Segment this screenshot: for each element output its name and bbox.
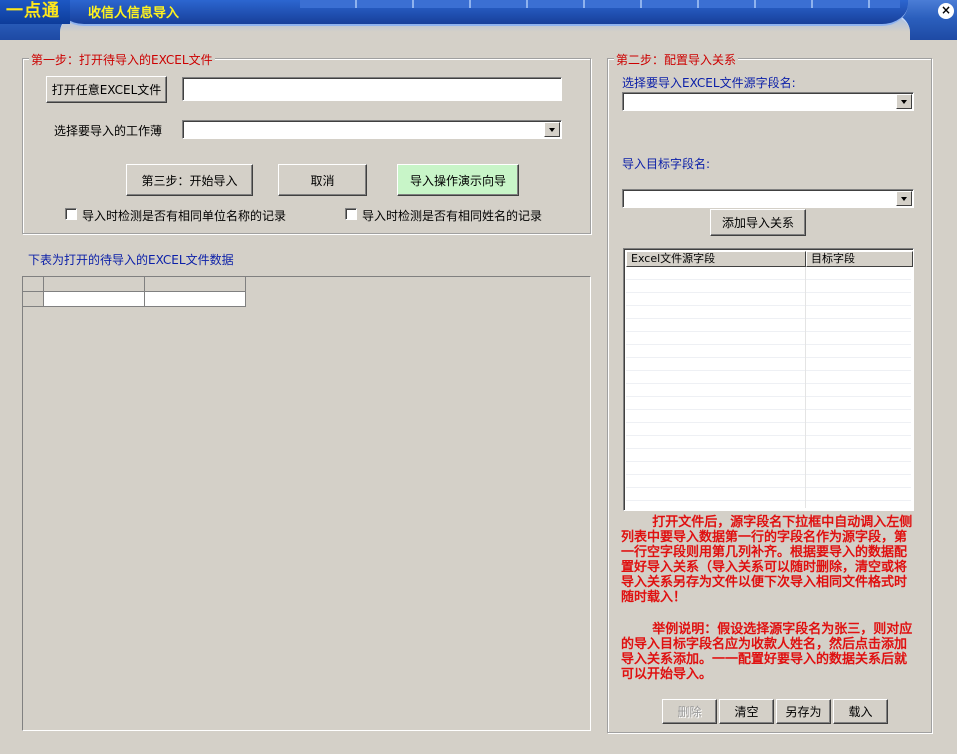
cancel-button[interactable]: 取消 xyxy=(278,164,367,196)
grid-cell[interactable] xyxy=(44,292,145,307)
chevron-down-icon[interactable] xyxy=(544,122,560,137)
source-field-select[interactable] xyxy=(622,92,914,111)
check-company-checkbox[interactable] xyxy=(65,208,77,220)
check-name-checkbox[interactable] xyxy=(345,208,357,220)
grid-cell[interactable] xyxy=(145,292,246,307)
grid-header-cell xyxy=(44,277,145,292)
target-field-label: 导入目标字段名: xyxy=(622,157,711,171)
guide-button[interactable]: 导入操作演示向导 xyxy=(397,164,519,196)
help-note-2: 举例说明：假设选择源字段名为张三，则对应的导入目标字段名应为收款人姓名，然后点击… xyxy=(621,622,913,682)
grid-caption: 下表为打开的待导入的EXCEL文件数据 xyxy=(28,253,234,267)
load-button[interactable]: 载入 xyxy=(833,699,888,724)
grid-header-cell xyxy=(145,277,246,292)
help-notes: 打开文件后，源字段名下拉框中自动调入左侧列表中要导入数据第一行的字段名作为源字段… xyxy=(621,515,913,699)
sheet-label: 选择要导入的工作薄 xyxy=(54,124,163,138)
app-logo: 一点通 xyxy=(0,0,70,24)
title-bar: 一点通 收信人信息导入 × xyxy=(0,0,957,40)
mapping-list-body xyxy=(626,267,911,508)
column-header-target[interactable]: 目标字段 xyxy=(806,251,913,267)
open-excel-button[interactable]: 打开任意EXCEL文件 xyxy=(46,76,167,103)
help-note-1: 打开文件后，源字段名下拉框中自动调入左侧列表中要导入数据第一行的字段名作为源字段… xyxy=(621,515,913,605)
grid-corner-cell xyxy=(23,277,44,292)
column-divider xyxy=(805,267,806,508)
check-name-label: 导入时检测是否有相同姓名的记录 xyxy=(362,209,543,223)
step1-legend: 第一步：打开待导入的EXCEL文件 xyxy=(29,51,215,68)
column-header-source[interactable]: Excel文件源字段 xyxy=(626,251,806,267)
excel-data-grid[interactable] xyxy=(22,276,591,731)
mapping-list[interactable]: Excel文件源字段 目标字段 xyxy=(623,248,914,511)
mapping-list-header: Excel文件源字段 目标字段 xyxy=(626,251,913,267)
start-import-button[interactable]: 第三步：开始导入 xyxy=(126,164,253,196)
source-field-label: 选择要导入EXCEL文件源字段名: xyxy=(622,76,796,90)
close-icon[interactable]: × xyxy=(938,3,954,19)
step2-legend: 第二步：配置导入关系 xyxy=(614,51,739,68)
grid-row-header xyxy=(23,292,44,307)
clear-button[interactable]: 清空 xyxy=(719,699,774,724)
add-mapping-button[interactable]: 添加导入关系 xyxy=(710,209,806,236)
check-company-label: 导入时检测是否有相同单位名称的记录 xyxy=(82,209,287,223)
sheet-select[interactable] xyxy=(182,120,562,139)
save-as-button[interactable]: 另存为 xyxy=(776,699,831,724)
chevron-down-icon[interactable] xyxy=(896,94,912,109)
window-title: 收信人信息导入 xyxy=(88,6,180,21)
file-path-input[interactable] xyxy=(182,77,562,101)
chevron-down-icon[interactable] xyxy=(896,191,912,206)
title-stripes xyxy=(300,0,900,8)
target-field-select[interactable] xyxy=(622,189,914,208)
delete-button[interactable]: 删除 xyxy=(662,699,717,724)
